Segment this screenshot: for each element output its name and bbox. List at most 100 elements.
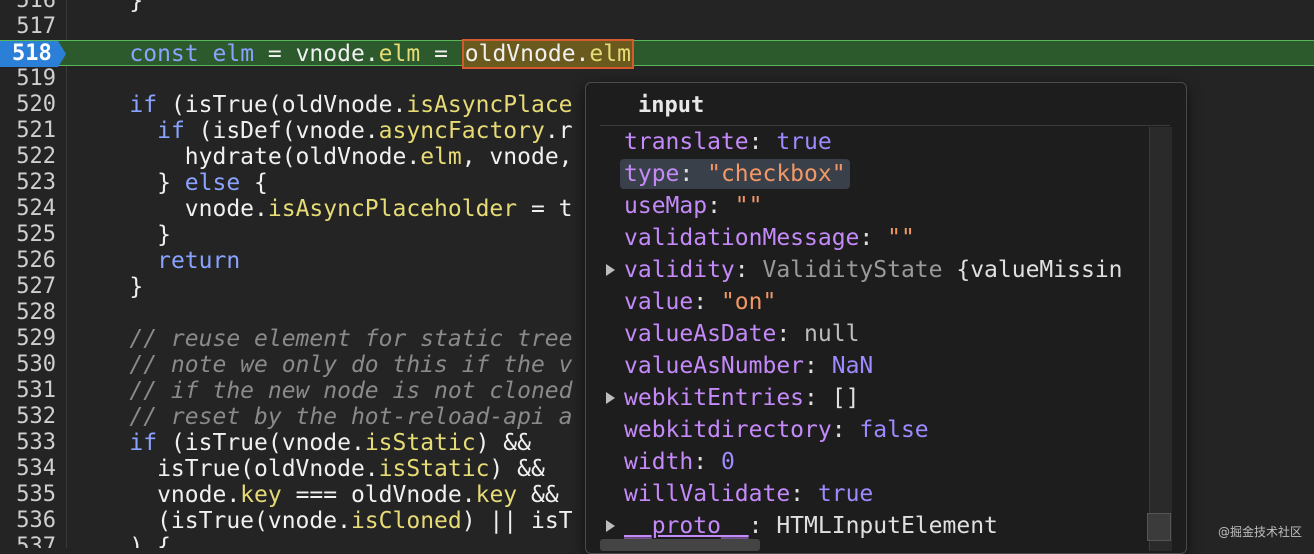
property-name: webkitdirectory — [624, 417, 832, 443]
property-name: type — [624, 161, 680, 187]
code-text: hydrate(oldVnode.elm, vnode, — [74, 144, 573, 170]
code-text: vnode.key === oldVnode.key && — [74, 482, 559, 508]
popover-divider — [600, 125, 1170, 126]
code-text: ) { — [74, 534, 171, 548]
line-number[interactable]: 522 — [0, 144, 56, 170]
property-row[interactable]: type: "checkbox" — [620, 159, 850, 189]
property-value: [] — [831, 385, 860, 411]
line-number[interactable]: 528 — [0, 300, 56, 326]
property-row[interactable]: width: 0 — [624, 447, 735, 477]
property-value: "on" — [720, 289, 777, 315]
property-value: true — [817, 481, 874, 507]
scroll-thumb[interactable] — [1147, 513, 1171, 541]
line-number[interactable]: 531 — [0, 378, 56, 404]
property-name: validationMessage — [624, 225, 860, 251]
line-number[interactable]: 535 — [0, 482, 56, 508]
code-text: // reuse element for static tree — [129, 326, 573, 352]
property-preview: {valueMissin — [942, 257, 1123, 283]
property-row[interactable]: valueAsNumber: NaN — [624, 351, 873, 381]
line-number[interactable]: 527 — [0, 274, 56, 300]
code-text: return — [157, 248, 241, 274]
line-number[interactable]: 533 — [0, 430, 56, 456]
property-row[interactable]: webkitEntries: [] — [606, 383, 860, 413]
line-number[interactable]: 520 — [0, 92, 56, 118]
property-row[interactable]: value: "on" — [624, 287, 776, 317]
property-entry: __proto__: HTMLInputElement — [624, 513, 998, 539]
property-value: true — [776, 129, 832, 155]
vertical-scrollbar[interactable] — [1149, 127, 1172, 551]
property-value: "" — [734, 193, 763, 219]
property-entry: webkitEntries: [] — [624, 385, 860, 411]
property-value: false — [859, 417, 929, 443]
variable-inspector-popover[interactable]: input translate: true type: "checkbox" use… — [585, 82, 1187, 554]
property-row[interactable]: translate: true — [624, 127, 832, 157]
property-entry: valueAsNumber: NaN — [624, 353, 874, 379]
line-number[interactable]: 529 — [0, 326, 56, 352]
property-name: translate — [624, 129, 749, 155]
property-name: willValidate — [624, 481, 791, 507]
property-entry: validity: ValidityState — [624, 257, 943, 283]
property-entry: validationMessage: "" — [624, 225, 915, 251]
property-row[interactable]: valueAsDate: null — [624, 319, 859, 349]
property-value: NaN — [831, 353, 874, 379]
property-name: valueAsDate — [624, 321, 777, 347]
code-text: // if the new node is not cloned — [129, 378, 573, 404]
line-number[interactable]: 534 — [0, 456, 56, 482]
code-text: } — [74, 274, 144, 300]
line-number[interactable]: 517 — [0, 14, 56, 40]
line-number[interactable]: 519 — [0, 66, 56, 92]
property-value: ValidityState — [762, 257, 943, 283]
active-line-number[interactable]: 518 — [0, 41, 66, 67]
property-entry: useMap: "" — [624, 193, 763, 219]
horizontal-scrollbar[interactable] — [600, 539, 760, 551]
property-name: webkitEntries — [624, 385, 805, 411]
property-entry: webkitdirectory: false — [624, 417, 929, 443]
property-entry: translate: true — [624, 129, 832, 155]
code-text: if (isTrue(oldVnode.isAsyncPlace — [129, 92, 573, 118]
property-entry: valueAsDate: null — [624, 321, 860, 347]
code-text: // note we only do this if the v — [129, 352, 573, 378]
line-number[interactable]: 530 — [0, 352, 56, 378]
property-name: __proto__ — [624, 513, 749, 539]
line-number[interactable]: 532 — [0, 404, 56, 430]
line-number[interactable]: 524 — [0, 196, 56, 222]
code-text: vnode.isAsyncPlaceholder = t — [74, 196, 573, 222]
property-row[interactable]: willValidate: true — [624, 479, 873, 509]
code-text: } — [74, 0, 144, 14]
code-text: const elm = vnode.elm = oldVnode.elm — [74, 39, 634, 69]
line-number[interactable]: 525 — [0, 222, 56, 248]
property-value: "" — [887, 225, 915, 251]
code-text: (isTrue(vnode.isCloned) || isT — [74, 508, 573, 534]
line-number[interactable]: 521 — [0, 118, 56, 144]
line-number[interactable]: 516 — [0, 0, 56, 14]
property-row[interactable]: __proto__: HTMLInputElement — [606, 511, 998, 541]
property-value: HTMLInputElement — [776, 513, 998, 539]
code-line: 517 — [0, 14, 1314, 40]
hovered-expression[interactable]: oldVnode.elm — [461, 39, 634, 69]
property-row[interactable]: validity: ValidityState {valueMissin — [606, 255, 1123, 285]
property-row[interactable]: useMap: "" — [624, 191, 763, 221]
expand-triangle-icon[interactable] — [606, 392, 615, 404]
code-line: 516 } — [0, 0, 1314, 14]
line-number[interactable]: 526 — [0, 248, 56, 274]
expand-triangle-icon[interactable] — [606, 520, 615, 532]
code-text: } — [74, 222, 171, 248]
line-number[interactable]: 523 — [0, 170, 56, 196]
watermark: @掘金技术社区 — [1217, 525, 1302, 539]
line-number[interactable]: 536 — [0, 508, 56, 534]
property-name: validity — [624, 257, 735, 283]
code-text: if (isDef(vnode.asyncFactory.r — [157, 118, 573, 144]
popover-title: input — [638, 93, 705, 118]
property-value: null — [804, 321, 860, 347]
expand-triangle-icon[interactable] — [606, 264, 615, 276]
line-number[interactable]: 537 — [0, 534, 56, 548]
property-row[interactable]: webkitdirectory: false — [624, 415, 929, 445]
property-entry: type: "checkbox" — [620, 159, 850, 189]
property-value: "checkbox" — [707, 161, 846, 187]
property-name: width — [624, 449, 694, 475]
property-name: valueAsNumber — [624, 353, 805, 379]
code-text: isTrue(oldVnode.isStatic) && — [74, 456, 545, 482]
property-name: useMap — [624, 193, 708, 219]
property-row[interactable]: validationMessage: "" — [624, 223, 915, 253]
property-value: 0 — [720, 449, 735, 475]
